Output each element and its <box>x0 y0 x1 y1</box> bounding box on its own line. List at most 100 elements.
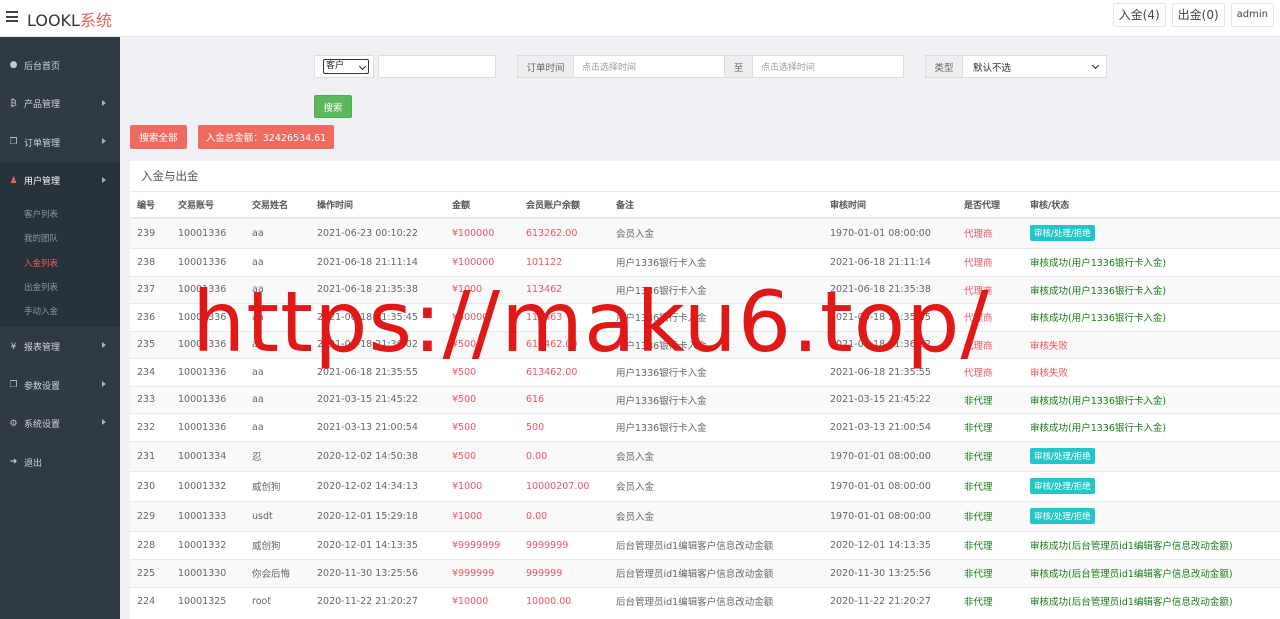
review-action-button[interactable]: 审核/处理/拒绝 <box>1030 225 1095 242</box>
cell-id: 224 <box>130 586 171 615</box>
status-text: 审核成功(后台管理员id1编辑客户信息改动金额) <box>1030 541 1233 552</box>
sidebar-item-system[interactable]: ⚙ 系统设置 <box>0 404 120 443</box>
cell-agent: 代理商 <box>957 247 1023 276</box>
review-action-button[interactable]: 审核/处理/拒绝 <box>1030 448 1095 464</box>
cell-note: 后台管理员id1编辑客户信息改动金额 <box>609 586 823 615</box>
submenu-my-team[interactable]: 我的团队 <box>0 226 120 250</box>
withdraw-count-button[interactable]: 出金(0) <box>1171 3 1225 27</box>
review-action-button[interactable]: 审核/处理/拒绝 <box>1030 508 1095 524</box>
cell-id: 228 <box>130 530 171 559</box>
cell-account: 10001336 <box>171 358 245 386</box>
field-select[interactable]: 客户 <box>323 59 369 74</box>
cell-balance: 616 <box>519 385 609 414</box>
cell-id: 229 <box>130 500 171 531</box>
cell-account: 10001332 <box>171 470 245 501</box>
submenu-withdraw-list[interactable]: 出金列表 <box>0 275 120 299</box>
sidebar-item-home[interactable]: ● 后台首页 <box>0 46 120 85</box>
cell-account: 10001336 <box>171 385 245 414</box>
sidebar-item-reports[interactable]: ¥ 报表管理 <box>0 327 120 366</box>
cell-amount: ¥1000 <box>445 500 519 531</box>
cell-time: 2020-11-22 21:20:27 <box>310 586 445 615</box>
cell-id: 225 <box>130 558 171 587</box>
cell-balance: 10000.00 <box>519 586 609 615</box>
submenu-deposit-list[interactable]: 入金列表 <box>0 251 120 275</box>
sidebar: ● 后台首页 ₿ 产品管理 ❐ 订单管理 ♟ 用户管理 客户列表 我的团队 入金… <box>0 37 120 619</box>
deposit-count-button[interactable]: 入金(4) <box>1112 3 1166 27</box>
cell-note: 会员入金 <box>609 440 823 471</box>
cell-note: 会员入金 <box>609 500 823 531</box>
total-deposit-button[interactable]: 入金总金额：32426534.61 <box>198 125 334 149</box>
cell-amount: ¥500 <box>445 330 519 359</box>
cell-status: 审核成功(用户1336银行卡入金) <box>1023 247 1280 276</box>
cell-account: 10001332 <box>171 530 245 559</box>
cell-id: 232 <box>130 413 171 441</box>
sidebar-item-products[interactable]: ₿ 产品管理 <box>0 85 120 124</box>
search-all-button[interactable]: 搜索全部 <box>130 125 187 149</box>
cell-amount: ¥999999 <box>445 558 519 587</box>
cell-balance: 0.00 <box>519 500 609 531</box>
table-row: 239 10001336 aa 2021-06-23 00:10:22 ¥100000 6… <box>130 217 1280 248</box>
sidebar-item-orders[interactable]: ❐ 订单管理 <box>0 123 120 162</box>
col-header: 编号 <box>130 192 171 219</box>
table-row: 229 10001333 usdt 2020-12-01 15:29:18 ¥1000 0… <box>130 500 1280 531</box>
cell-amount: ¥100000 <box>445 217 519 248</box>
user-icon: ♟ <box>9 175 18 186</box>
cell-id: 231 <box>130 440 171 471</box>
keyword-input[interactable] <box>378 55 496 78</box>
table-row: 232 10001336 aa 2021-03-13 21:00:54 ¥500 500 用… <box>130 413 1280 441</box>
cell-amount: ¥10000 <box>445 586 519 615</box>
status-text: 审核成功(后台管理员id1编辑客户信息改动金额) <box>1030 569 1233 580</box>
table-row: 235 10001336 aa 2021-06-18 21:36:02 ¥500 6134… <box>130 330 1280 359</box>
panel-title: 入金与出金 <box>130 161 1280 192</box>
sidebar-item-users[interactable]: ♟ 用户管理 <box>0 161 120 200</box>
review-action-button[interactable]: 审核/处理/拒绝 <box>1030 478 1095 494</box>
users-submenu: 客户列表 我的团队 入金列表 出金列表 手动入金 <box>0 200 120 328</box>
table-row: 224 10001325 root 2020-11-22 21:20:27 ¥10000… <box>130 586 1280 615</box>
cell-time: 2020-11-30 13:25:56 <box>310 558 445 587</box>
col-header: 交易账号 <box>171 192 245 219</box>
cell-note: 用户1336银行卡入金 <box>609 303 823 331</box>
cell-name: aa <box>245 358 310 386</box>
col-header: 操作时间 <box>310 192 445 219</box>
table-row: 231 10001334 忍 2020-12-02 14:50:38 ¥500 0.00 会… <box>130 440 1280 471</box>
table-row: 236 10001336 aa 2021-06-18 21:35:45 ¥50000 11… <box>130 303 1280 331</box>
chevron-right-icon <box>102 138 106 144</box>
cell-account: 10001336 <box>171 303 245 331</box>
cell-account: 10001333 <box>171 500 245 531</box>
start-time-input[interactable]: 点击选择时间 <box>573 55 725 78</box>
end-time-input[interactable]: 点击选择时间 <box>752 55 904 78</box>
user-menu-button[interactable]: admin <box>1230 3 1274 27</box>
cell-agent: 代理商 <box>957 303 1023 331</box>
table-row: 237 10001336 aa 2021-06-18 21:35:38 ¥1000 113… <box>130 275 1280 304</box>
menu-toggle-icon[interactable] <box>6 11 18 22</box>
cell-time: 2020-12-02 14:50:38 <box>310 440 445 471</box>
cell-amount: ¥500 <box>445 358 519 386</box>
cell-balance: 500 <box>519 413 609 441</box>
top-bar: LOOKL系统 入金(4) 出金(0) admin <box>0 0 1280 37</box>
cell-agent: 非代理 <box>957 530 1023 559</box>
cell-audit-time: 1970-01-01 08:00:00 <box>823 217 957 248</box>
col-header: 交易姓名 <box>245 192 310 219</box>
cell-time: 2021-03-13 21:00:54 <box>310 413 445 441</box>
cell-balance: 613462.00 <box>519 358 609 386</box>
sidebar-item-params[interactable]: ❐ 参数设置 <box>0 366 120 405</box>
cell-agent: 非代理 <box>957 470 1023 501</box>
cell-status: 审核失败 <box>1023 330 1280 359</box>
cell-amount: ¥1000 <box>445 275 519 304</box>
table-row: 238 10001336 aa 2021-06-18 21:11:14 ¥100000 1… <box>130 247 1280 276</box>
cell-account: 10001336 <box>171 413 245 441</box>
cell-audit-time: 2020-11-22 21:20:27 <box>823 586 957 615</box>
sidebar-item-logout[interactable]: ➜ 退出 <box>0 443 120 482</box>
search-button[interactable]: 搜索 <box>314 95 352 118</box>
cell-account: 10001336 <box>171 217 245 248</box>
cell-agent: 代理商 <box>957 217 1023 248</box>
submenu-customer-list[interactable]: 客户列表 <box>0 202 120 226</box>
cell-amount: ¥1000 <box>445 470 519 501</box>
type-label: 类型 <box>925 55 963 78</box>
type-select[interactable]: 默认不选 <box>962 55 1107 78</box>
submenu-manual-deposit[interactable]: 手动入金 <box>0 299 120 323</box>
order-time-label: 订单时间 <box>517 55 574 78</box>
cell-agent: 代理商 <box>957 358 1023 386</box>
cell-amount: ¥500 <box>445 440 519 471</box>
copy-icon: ❐ <box>9 137 18 148</box>
